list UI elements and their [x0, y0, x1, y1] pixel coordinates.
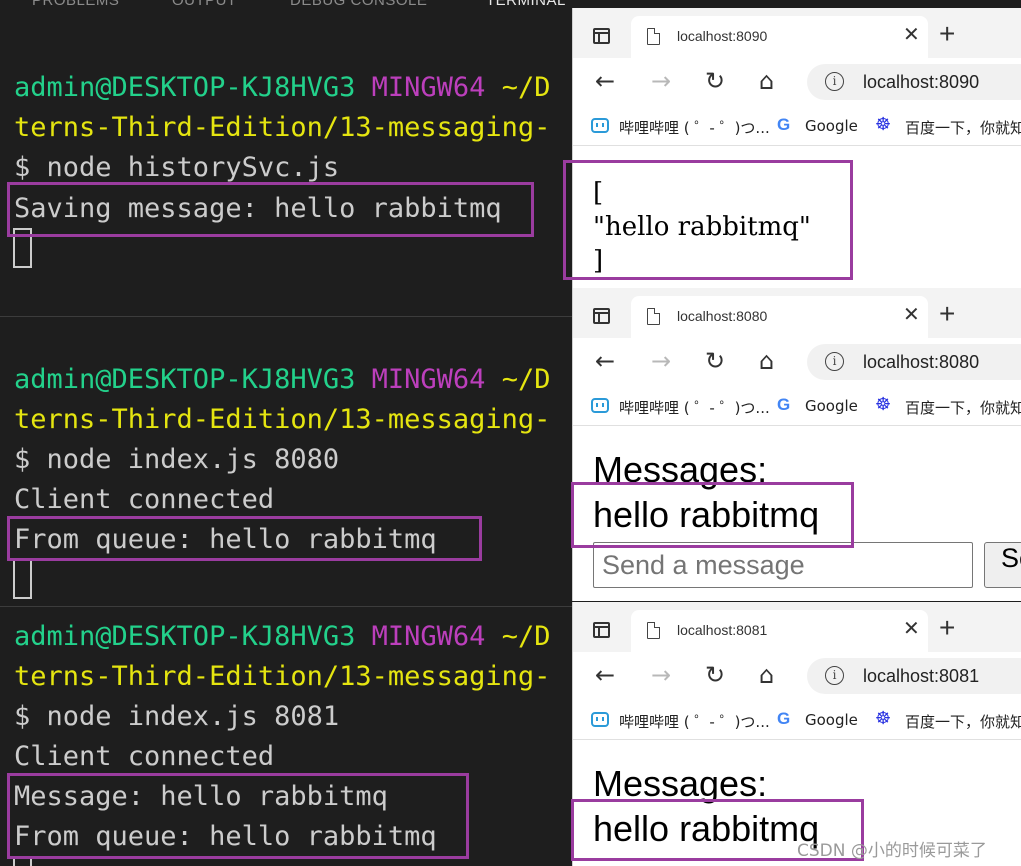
browser-navbar: ← → ↻ ⌂ i localhost:8090 [573, 58, 1021, 106]
browser-titlebar: localhost:8090 ✕ + [573, 8, 1021, 58]
refresh-icon[interactable]: ↻ [705, 68, 725, 94]
highlight-box [7, 182, 534, 237]
address-bar[interactable]: i localhost:8081 [807, 658, 1021, 694]
bilibili-icon [591, 712, 609, 727]
close-tab-icon[interactable]: ✕ [903, 304, 920, 326]
google-icon: G [777, 709, 791, 728]
home-icon[interactable]: ⌂ [759, 68, 774, 94]
info-icon[interactable]: i [825, 666, 844, 685]
back-icon[interactable]: ← [595, 68, 615, 94]
prompt-path: ~/D [501, 72, 551, 103]
prompt-path: ~/D [501, 621, 551, 652]
home-icon[interactable]: ⌂ [759, 662, 774, 688]
browser-tab[interactable]: localhost:8081 ✕ [631, 610, 928, 652]
baidu-icon: ☸ [875, 708, 892, 729]
bookmark-baidu[interactable]: 百度一下，你就知 [905, 117, 1021, 138]
terminal-pane-history[interactable]: admin@DESKTOP-KJ8HVG3 MINGW64 ~/D terns-… [0, 0, 575, 316]
terminal-cursor [13, 559, 32, 599]
tab-title: localhost:8080 [677, 308, 768, 324]
prompt-line: admin@DESKTOP-KJ8HVG3 MINGW64 ~/D [14, 617, 550, 657]
bookmark-baidu[interactable]: 百度一下，你就知 [905, 711, 1021, 732]
tab-title: localhost:8081 [677, 622, 768, 638]
output-line: Client connected [14, 741, 275, 772]
info-icon[interactable]: i [825, 352, 844, 371]
prompt-line: admin@DESKTOP-KJ8HVG3 MINGW64 ~/D [14, 68, 550, 108]
message-input[interactable] [593, 542, 973, 588]
prompt-path-continued: terns-Third-Edition/13-messaging- [14, 661, 551, 692]
prompt-user: admin@DESKTOP-KJ8HVG3 [14, 621, 356, 652]
new-tab-icon[interactable]: + [939, 300, 955, 328]
browser-tab[interactable]: localhost:8090 ✕ [631, 16, 928, 58]
bookmark-google[interactable]: Google [805, 711, 858, 729]
baidu-icon: ☸ [875, 114, 892, 135]
page-icon [647, 28, 660, 45]
tab-actions-icon[interactable] [593, 28, 610, 44]
prompt-env: MINGW64 [371, 364, 486, 395]
back-icon[interactable]: ← [595, 348, 615, 374]
url-text: localhost:8090 [863, 72, 980, 92]
forward-icon[interactable]: → [651, 662, 671, 688]
bookmark-bilibili[interactable]: 哔哩哔哩 ( ゜- ゜)つ... [619, 397, 770, 418]
command-line: $ node index.js 8080 [14, 444, 340, 475]
page-icon [647, 622, 660, 639]
bilibili-icon [591, 398, 609, 413]
highlight-box [7, 516, 482, 561]
bookmark-google[interactable]: Google [805, 397, 858, 415]
send-button[interactable]: Send [984, 542, 1021, 588]
bookmarks-bar: 哔哩哔哩 ( ゜- ゜)つ... G Google ☸ 百度一下，你就知 [573, 700, 1021, 740]
url-text: localhost:8080 [863, 352, 980, 372]
baidu-icon: ☸ [875, 394, 892, 415]
address-bar[interactable]: i localhost:8090 [807, 64, 1021, 100]
browser-titlebar: localhost:8081 ✕ + [573, 602, 1021, 652]
google-icon: G [777, 395, 791, 414]
terminal-pane-8080[interactable]: admin@DESKTOP-KJ8HVG3 MINGW64 ~/D terns-… [0, 317, 575, 606]
new-tab-icon[interactable]: + [939, 614, 955, 642]
close-tab-icon[interactable]: ✕ [903, 618, 920, 640]
command-line: $ node index.js 8081 [14, 701, 340, 732]
page-icon [647, 308, 660, 325]
bookmark-google[interactable]: Google [805, 117, 858, 135]
highlight-box [7, 773, 469, 859]
info-icon[interactable]: i [825, 72, 844, 91]
bookmarks-bar: 哔哩哔哩 ( ゜- ゜)つ... G Google ☸ 百度一下，你就知 [573, 106, 1021, 146]
forward-icon[interactable]: → [651, 348, 671, 374]
browser-window-8080: localhost:8080 ✕ + ← → ↻ ⌂ i localhost:8… [572, 288, 1021, 601]
highlight-box [563, 160, 853, 280]
prompt-path-continued: terns-Third-Edition/13-messaging- [14, 404, 551, 435]
bookmark-baidu[interactable]: 百度一下，你就知 [905, 397, 1021, 418]
back-icon[interactable]: ← [595, 662, 615, 688]
prompt-user: admin@DESKTOP-KJ8HVG3 [14, 72, 356, 103]
prompt-env: MINGW64 [371, 72, 486, 103]
tab-actions-icon[interactable] [593, 308, 610, 324]
output-line: Client connected [14, 484, 275, 515]
prompt-path-continued: terns-Third-Edition/13-messaging- [14, 112, 551, 143]
home-icon[interactable]: ⌂ [759, 348, 774, 374]
tab-actions-icon[interactable] [593, 622, 610, 638]
new-tab-icon[interactable]: + [939, 20, 955, 48]
bookmark-bilibili[interactable]: 哔哩哔哩 ( ゜- ゜)つ... [619, 711, 770, 732]
watermark: CSDN @小的时候可菜了 [797, 841, 987, 861]
refresh-icon[interactable]: ↻ [705, 348, 725, 374]
browser-navbar: ← → ↻ ⌂ i localhost:8080 [573, 338, 1021, 386]
bilibili-icon [591, 118, 609, 133]
bookmark-bilibili[interactable]: 哔哩哔哩 ( ゜- ゜)つ... [619, 117, 770, 138]
address-bar[interactable]: i localhost:8080 [807, 344, 1021, 380]
prompt-line: admin@DESKTOP-KJ8HVG3 MINGW64 ~/D [14, 360, 550, 400]
highlight-box [571, 482, 854, 548]
url-text: localhost:8081 [863, 666, 980, 686]
refresh-icon[interactable]: ↻ [705, 662, 725, 688]
browser-titlebar: localhost:8080 ✕ + [573, 288, 1021, 338]
browser-tab[interactable]: localhost:8080 ✕ [631, 296, 928, 338]
browser-navbar: ← → ↻ ⌂ i localhost:8081 [573, 652, 1021, 700]
prompt-path: ~/D [501, 364, 551, 395]
forward-icon[interactable]: → [651, 68, 671, 94]
close-tab-icon[interactable]: ✕ [903, 24, 920, 46]
tab-title: localhost:8090 [677, 28, 768, 44]
prompt-env: MINGW64 [371, 621, 486, 652]
bookmarks-bar: 哔哩哔哩 ( ゜- ゜)つ... G Google ☸ 百度一下，你就知 [573, 386, 1021, 426]
prompt-user: admin@DESKTOP-KJ8HVG3 [14, 364, 356, 395]
google-icon: G [777, 115, 791, 134]
